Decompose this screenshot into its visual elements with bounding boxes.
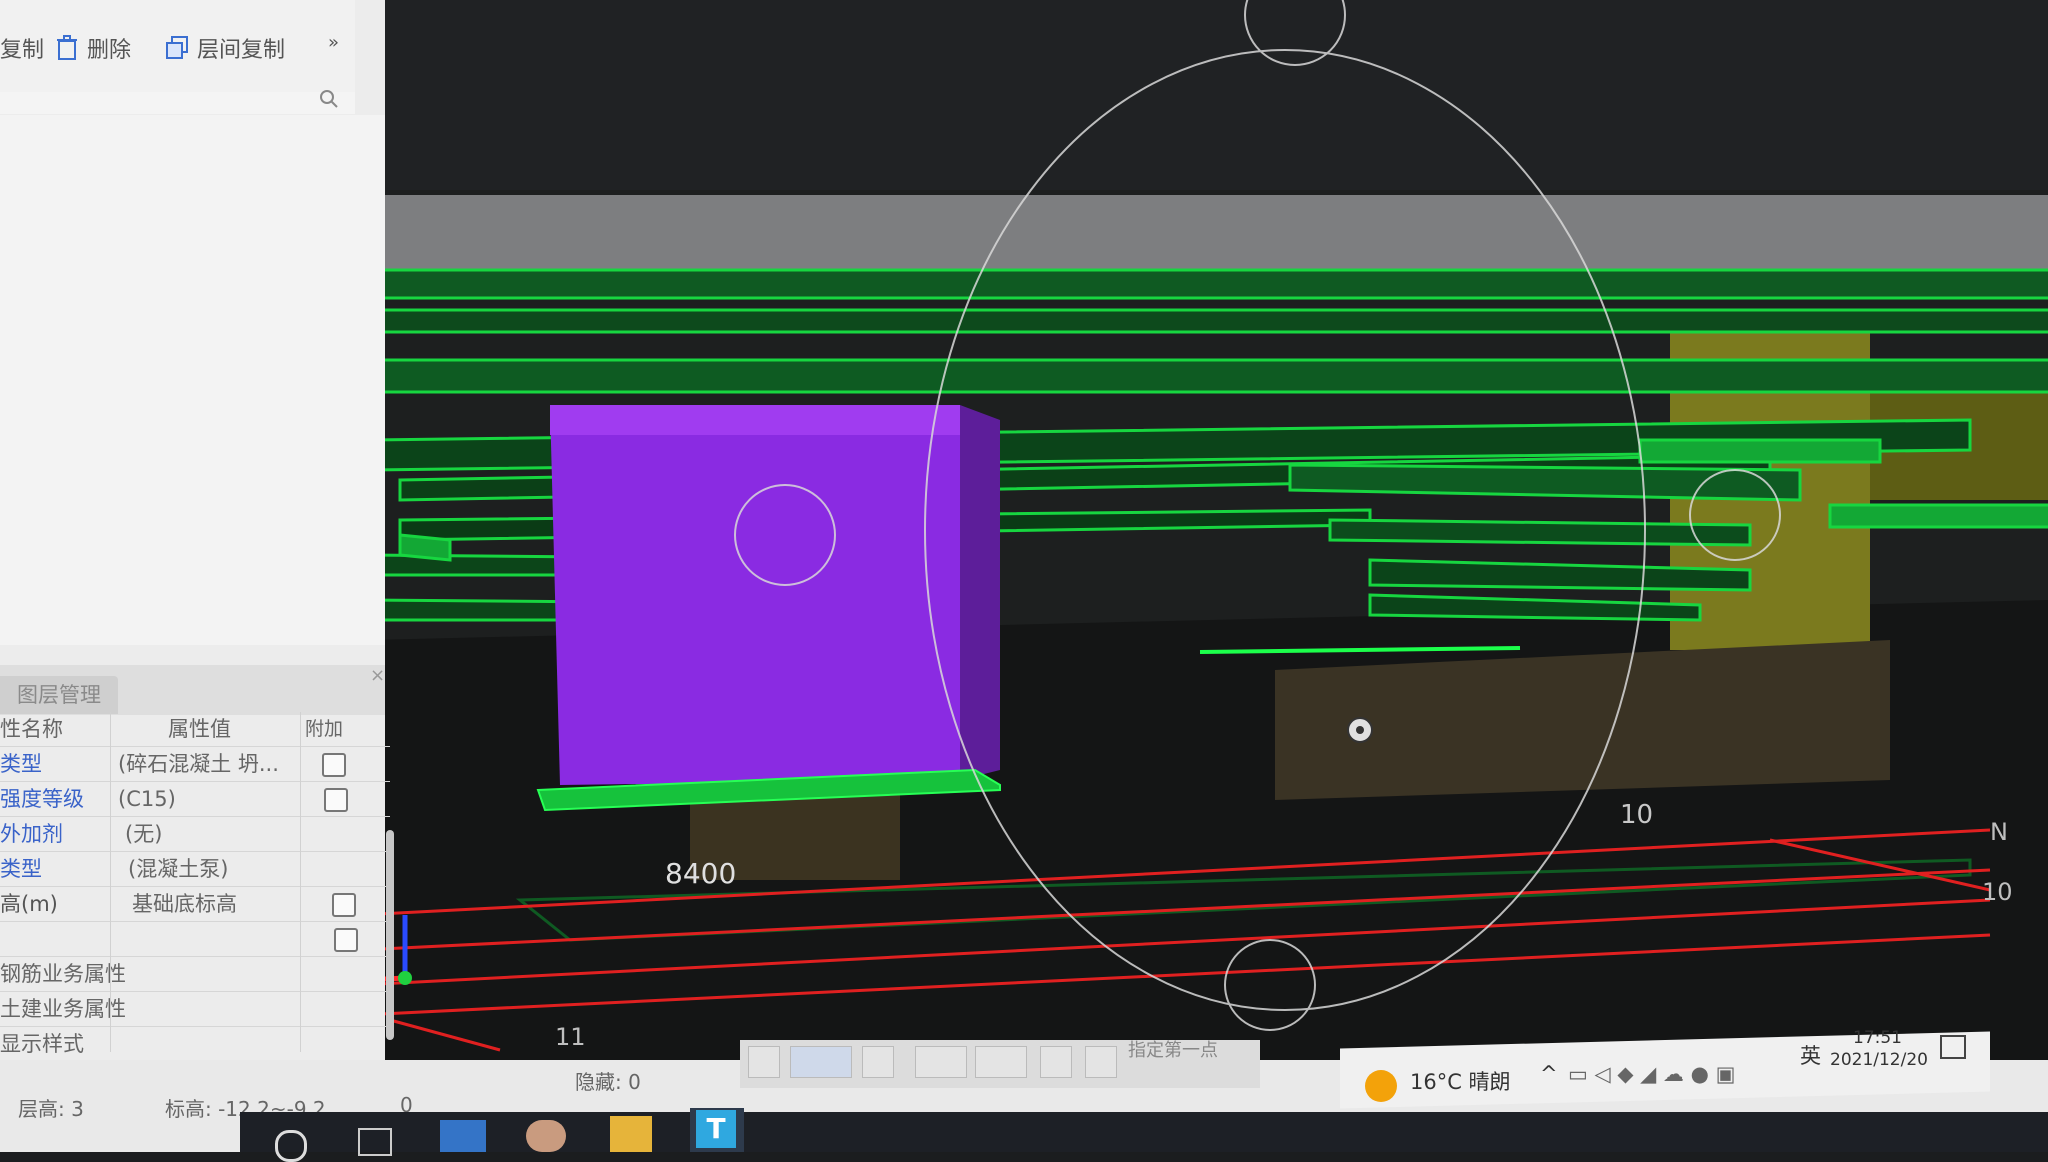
property-name: 高(m) — [0, 892, 58, 916]
screen: 8400 M K N 10 10 11 11 复制 删除 层间复制 » — [0, 0, 2048, 1162]
ortho-icon[interactable] — [748, 1046, 780, 1078]
property-name: 类型 — [0, 857, 42, 881]
ime-indicator[interactable]: 英 — [1800, 1040, 1821, 1070]
clock-date[interactable]: 2021/12/20 — [1830, 1050, 1928, 1070]
grid-label-10-top: 10 — [1620, 800, 1653, 830]
property-row[interactable]: 外加剂 (无) — [0, 817, 390, 852]
floor-copy-button[interactable]: 层间复制 — [165, 32, 285, 64]
floor-copy-label: 层间复制 — [197, 38, 286, 63]
search-taskbar-icon[interactable] — [275, 1130, 307, 1162]
weather-sun-icon — [1365, 1070, 1397, 1102]
extra-checkbox[interactable] — [334, 928, 358, 952]
purple-column — [550, 405, 960, 785]
tray-icons[interactable]: ▭ ◁ ◆ ◢ ☁ ● ▣ — [1568, 1062, 1736, 1086]
property-group-row[interactable]: 土建业务属性 — [0, 992, 390, 1027]
app-icon-blue[interactable] — [440, 1120, 486, 1152]
property-name: 强度等级 — [0, 787, 84, 811]
delete-button[interactable]: 删除 — [55, 32, 131, 64]
app-icon-t[interactable]: T — [696, 1110, 736, 1148]
app-icon-avatar[interactable] — [526, 1120, 566, 1152]
search-row[interactable] — [0, 90, 355, 114]
copy-layers-icon — [166, 36, 188, 59]
3d-scene[interactable]: 8400 M K N 10 10 11 11 — [370, 0, 2048, 1060]
property-value[interactable] — [118, 922, 298, 956]
extra-checkbox[interactable] — [322, 753, 346, 777]
property-group-name: 显示样式 — [0, 1032, 84, 1056]
tab-layer-management[interactable]: 图层管理 — [0, 676, 118, 714]
property-value[interactable]: (C15) — [118, 782, 298, 816]
component-list[interactable] — [0, 115, 385, 645]
purple-column-side — [960, 405, 1000, 780]
dimension-label: 8400 — [665, 857, 736, 890]
more-button[interactable]: » — [328, 32, 339, 53]
orbit-cursor-icon — [1347, 717, 1373, 743]
property-name — [0, 922, 105, 956]
snap-icon[interactable] — [1040, 1046, 1072, 1078]
notification-icon[interactable] — [1940, 1035, 1966, 1059]
header-name: 性名称 — [0, 717, 63, 741]
intersect-icon[interactable] — [862, 1046, 894, 1078]
purple-column-top — [550, 405, 960, 435]
hidden-status: 隐藏: 0 — [575, 1070, 641, 1094]
taskbar — [240, 1112, 2048, 1152]
property-row[interactable]: 高(m) 基础底标高 — [0, 887, 390, 922]
dimension-icon[interactable] — [975, 1046, 1027, 1078]
copy-label: 复制 — [0, 38, 45, 63]
select-mode-icon[interactable] — [790, 1046, 852, 1078]
3d-viewport[interactable]: 8400 M K N 10 10 11 11 — [370, 0, 2048, 1060]
property-name: 外加剂 — [0, 822, 63, 846]
property-value[interactable]: (碎石混凝土 坍... — [118, 747, 298, 781]
property-value[interactable]: 基础底标高 — [132, 887, 312, 921]
grid-label-11: 11 — [555, 1023, 586, 1051]
property-value[interactable]: (无) — [125, 817, 305, 851]
property-row[interactable]: 类型 (碎石混凝土 坍... — [0, 747, 390, 782]
property-name: 类型 — [0, 752, 42, 776]
arc-icon[interactable] — [1085, 1046, 1117, 1078]
column-divider — [110, 712, 111, 1052]
trash-icon — [57, 35, 77, 60]
close-icon[interactable]: × — [370, 665, 385, 686]
property-value[interactable]: (混凝土泵) — [128, 852, 308, 886]
upper-dark-area — [370, 0, 2048, 190]
property-row[interactable]: 强度等级 (C15) — [0, 782, 390, 817]
extra-checkbox[interactable] — [324, 788, 348, 812]
weather-text[interactable]: 16°C 晴朗 — [1410, 1066, 1511, 1096]
property-row[interactable] — [0, 922, 390, 957]
property-group-name: 土建业务属性 — [0, 997, 126, 1021]
grey-slab — [370, 195, 2048, 275]
search-icon[interactable] — [318, 88, 340, 110]
copy-button[interactable]: 复制 — [0, 32, 44, 64]
left-panel: 复制 删除 层间复制 » × 图层管理 性名称 属性值 附加 类型 (碎石混凝土… — [0, 0, 394, 1080]
extra-checkbox[interactable] — [332, 893, 356, 917]
component-toolbar: 复制 删除 层间复制 » — [0, 0, 355, 93]
delete-label: 删除 — [87, 38, 132, 63]
angle-icon[interactable] — [915, 1046, 967, 1078]
header-extra: 附加 — [305, 718, 344, 740]
folder-icon[interactable] — [610, 1116, 652, 1152]
property-group-name: 钢筋业务属性 — [0, 962, 126, 986]
property-group-row[interactable]: 钢筋业务属性 — [0, 957, 390, 992]
floor-height-status: 层高: 3 — [18, 1097, 84, 1121]
property-group-row[interactable]: 显示样式 — [0, 1027, 390, 1062]
grid-label-10-right: 10 — [1982, 878, 2013, 906]
clock-time[interactable]: 17:51 — [1853, 1028, 1902, 1048]
command-prompt: 指定第一点 — [1128, 1040, 1218, 1061]
more-label: » — [328, 32, 340, 53]
column-divider — [300, 712, 301, 1052]
property-header-row: 性名称 属性值 附加 — [0, 712, 390, 747]
chevron-up-icon[interactable]: ^ — [1540, 1062, 1558, 1086]
grid-label-n: N — [1990, 818, 2008, 846]
property-scrollbar[interactable] — [386, 830, 394, 1040]
property-row[interactable]: 类型 (混凝土泵) — [0, 852, 390, 887]
